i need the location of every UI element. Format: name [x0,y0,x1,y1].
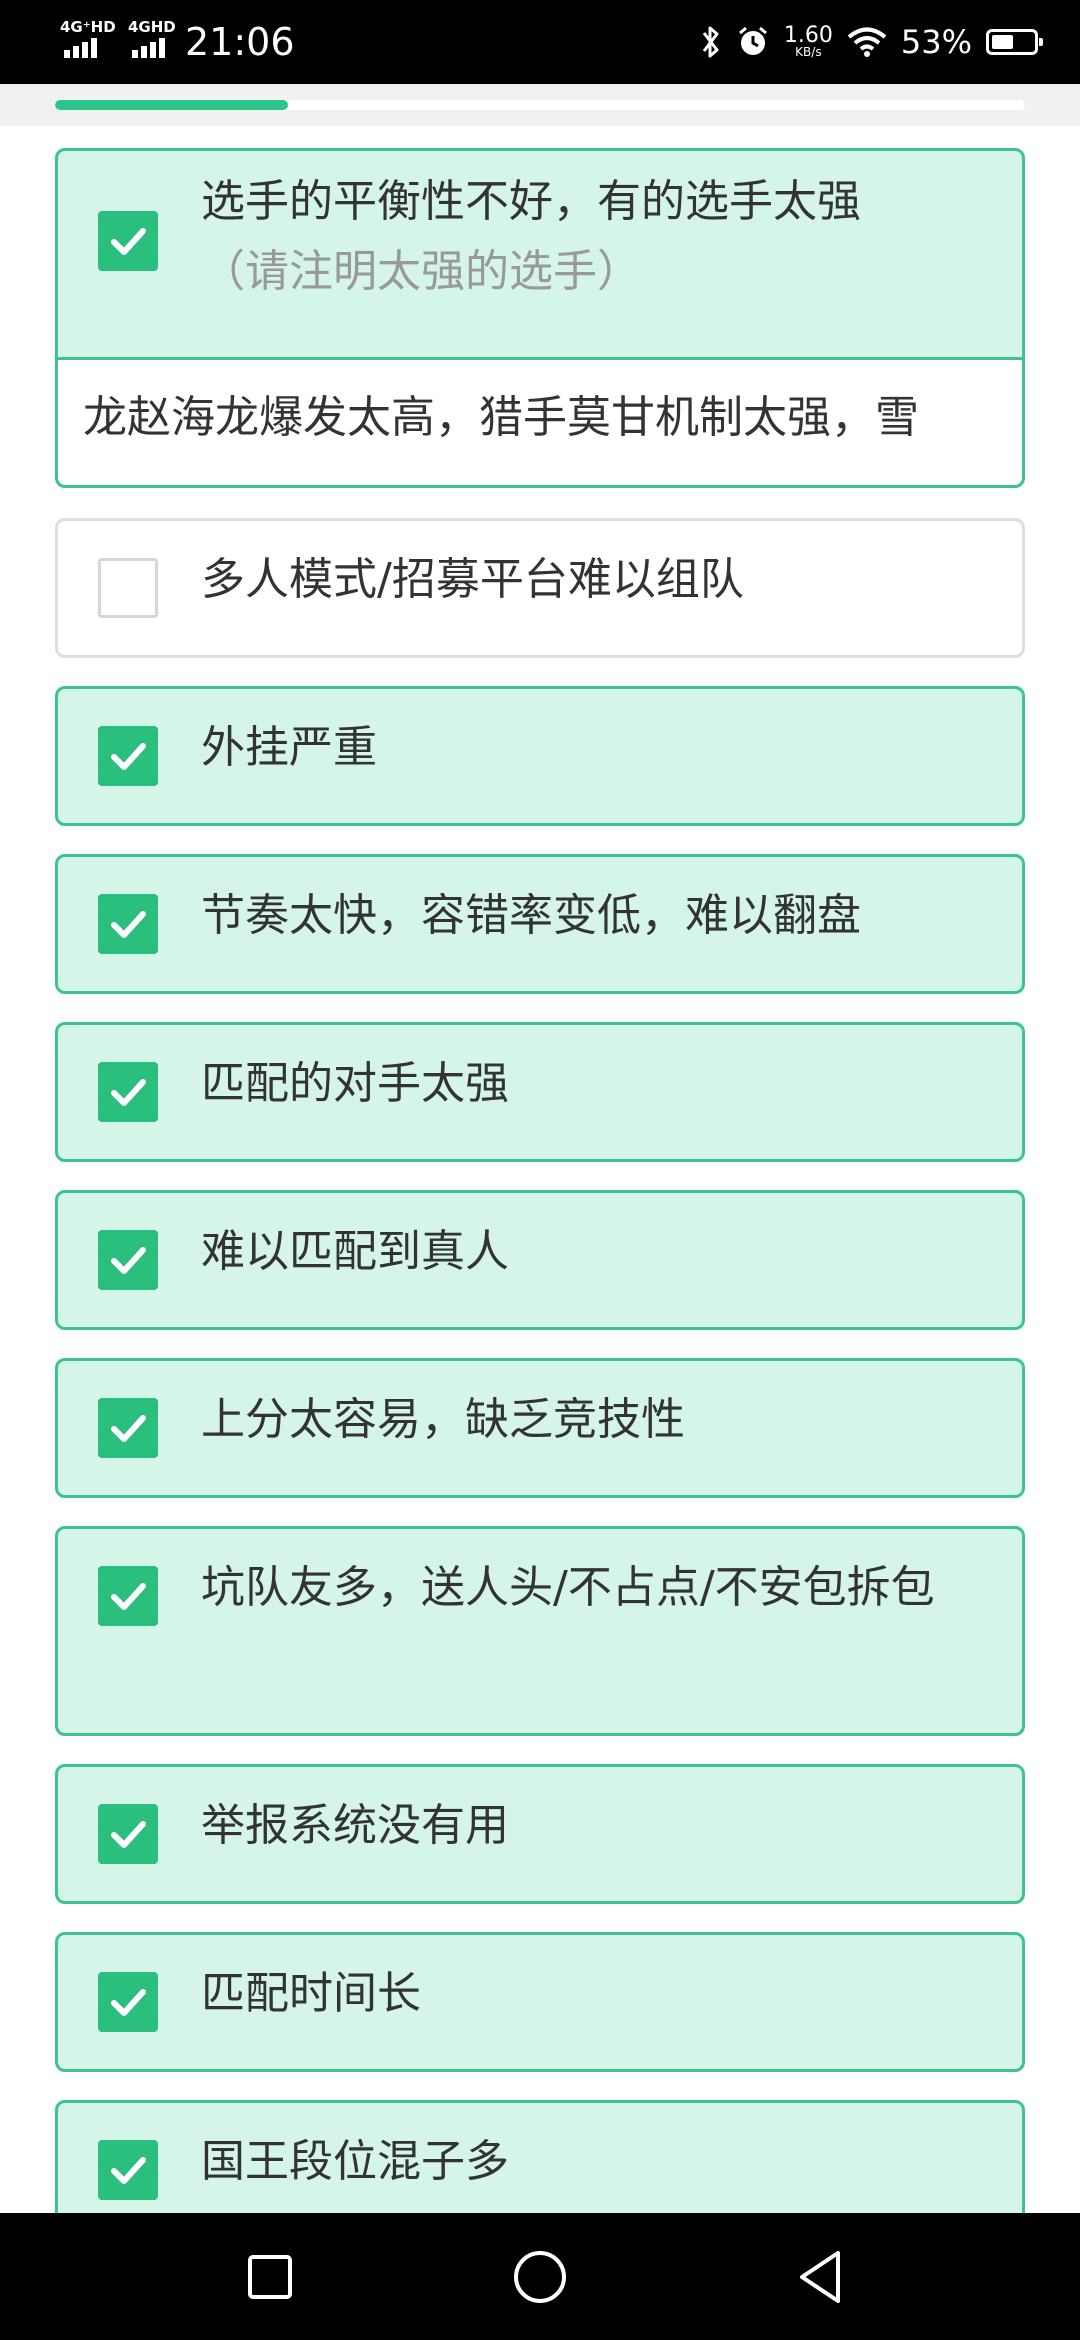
checkbox-checked-icon[interactable] [98,726,158,786]
option-label: 匹配时间长 [201,1959,982,2029]
status-bar: 4G⁺HD 4GHD 21:06 1.60 KB/s 53% [0,0,1080,84]
option-label-text: 坑队友多，送人头/不占点/不安包拆包 [201,1562,935,1613]
bluetooth-icon [702,26,719,58]
wifi-icon [847,27,887,57]
option-label: 节奏太快，容错率变低，难以翻盘 [201,881,982,951]
option-label-text: 选手的平衡性不好，有的选手太强 [201,176,861,227]
clock: 21:06 [185,20,295,64]
progress-fill [55,100,288,110]
survey-option[interactable]: 难以匹配到真人 [55,1190,1025,1330]
option-note-text: 龙赵海龙爆发太高，猎手莫甘机制太强，雪 [83,392,919,443]
navigation-bar [0,2213,1080,2340]
progress-bar [55,100,1025,110]
option-hint: （请注明太强的选手） [201,246,641,297]
option-label: 举报系统没有用 [201,1791,982,1861]
option-label-text: 节奏太快，容错率变低，难以翻盘 [201,890,861,941]
battery-icon [986,29,1043,55]
option-label: 选手的平衡性不好，有的选手太强 （请注明太强的选手） [201,167,982,307]
checkbox-checked-icon[interactable] [98,1972,158,2032]
checkbox-checked-icon[interactable] [98,2140,158,2200]
option-label-text: 难以匹配到真人 [201,1226,509,1277]
survey-option[interactable]: 多人模式/招募平台难以组队 [55,518,1025,658]
option-label: 多人模式/招募平台难以组队 [201,545,982,615]
survey-option[interactable]: 举报系统没有用 [55,1764,1025,1904]
option-label-text: 多人模式/招募平台难以组队 [201,554,744,605]
checkbox-checked-icon[interactable] [98,1062,158,1122]
survey-question-options: 选手的平衡性不好，有的选手太强 （请注明太强的选手） 龙赵海龙爆发太高，猎手莫甘机制… [0,126,1080,2213]
circle-icon[interactable] [504,2241,576,2313]
option-note-input[interactable]: 龙赵海龙爆发太高，猎手莫甘机制太强，雪 [58,357,1022,485]
survey-option[interactable]: 国王段位混子多 [55,2100,1025,2213]
sim1-signal-icon [64,38,100,58]
sim2-label: 4GHD [128,18,176,36]
checkbox-checked-icon[interactable] [98,1804,158,1864]
survey-option[interactable]: 匹配的对手太强 [55,1022,1025,1162]
sim2-signal-icon [132,38,168,58]
option-label-text: 上分太容易，缺乏竞技性 [201,1394,685,1445]
checkbox-checked-icon[interactable] [98,894,158,954]
survey-option[interactable]: 节奏太快，容错率变低，难以翻盘 [55,854,1025,994]
option-label-text: 举报系统没有用 [201,1800,509,1851]
option-label-text: 外挂严重 [201,722,377,773]
alarm-icon [738,26,767,55]
battery-percent: 53% [900,23,972,61]
survey-option[interactable]: 坑队友多，送人头/不占点/不安包拆包 [55,1526,1025,1736]
option-label-text: 匹配时间长 [201,1968,421,2019]
survey-option[interactable]: 外挂严重 [55,686,1025,826]
checkbox-checked-icon[interactable] [98,1230,158,1290]
sim1-label: 4G⁺HD [60,18,116,36]
square-icon[interactable] [234,2241,306,2313]
survey-option[interactable]: 匹配时间长 [55,1932,1025,2072]
option-label: 坑队友多，送人头/不占点/不安包拆包 [201,1553,982,1623]
option-label-text: 国王段位混子多 [201,2136,509,2187]
checkbox-checked-icon[interactable] [98,211,158,271]
survey-option[interactable]: 上分太容易，缺乏竞技性 [55,1358,1025,1498]
checkbox-checked-icon[interactable] [98,1398,158,1458]
survey-option[interactable]: 选手的平衡性不好，有的选手太强 （请注明太强的选手） 龙赵海龙爆发太高，猎手莫甘机制… [55,148,1025,488]
option-label: 上分太容易，缺乏竞技性 [201,1385,982,1455]
option-label: 外挂严重 [201,713,982,783]
option-label: 难以匹配到真人 [201,1217,982,1287]
triangle-back-icon[interactable] [786,2241,858,2313]
checkbox-checked-icon[interactable] [98,1566,158,1626]
survey-progress-area [0,84,1080,126]
option-label: 匹配的对手太强 [201,1049,982,1119]
checkbox-unchecked-icon[interactable] [98,558,158,618]
option-label: 国王段位混子多 [201,2127,982,2197]
option-label-text: 匹配的对手太强 [201,1058,509,1109]
network-speed: 1.60 KB/s [784,25,833,59]
